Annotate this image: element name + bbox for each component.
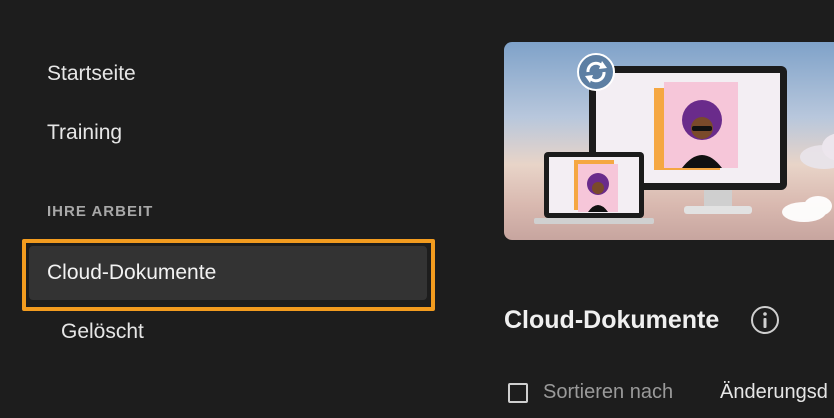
sidebar-item-training[interactable]: Training: [47, 121, 122, 145]
info-icon[interactable]: [750, 305, 780, 335]
info-icon-glyph: [751, 306, 779, 334]
sync-icon: [577, 53, 615, 91]
app-window: Startseite Training IHRE ARBEIT Cloud-Do…: [0, 0, 834, 418]
section-heading-ihre-arbeit: IHRE ARBEIT: [47, 203, 154, 220]
sidebar: Startseite Training IHRE ARBEIT Cloud-Do…: [0, 0, 470, 418]
sort-label: Sortieren nach: [543, 381, 674, 403]
document-illustration: [664, 82, 738, 168]
main-content: Cloud-Dokumente Sortieren nach Änderungs…: [470, 0, 834, 418]
laptop-illustration: [534, 152, 654, 224]
sidebar-item-geloescht[interactable]: Gelöscht: [61, 320, 144, 344]
cloud-documents-banner: [504, 42, 834, 240]
sort-dropdown[interactable]: Änderungsd: [720, 381, 828, 404]
page-title: Cloud-Dokumente: [504, 306, 720, 334]
banner-illustration: [534, 53, 834, 224]
select-all-checkbox[interactable]: [508, 383, 528, 403]
sidebar-item-startseite[interactable]: Startseite: [47, 62, 136, 86]
highlight-outline: [22, 239, 435, 311]
